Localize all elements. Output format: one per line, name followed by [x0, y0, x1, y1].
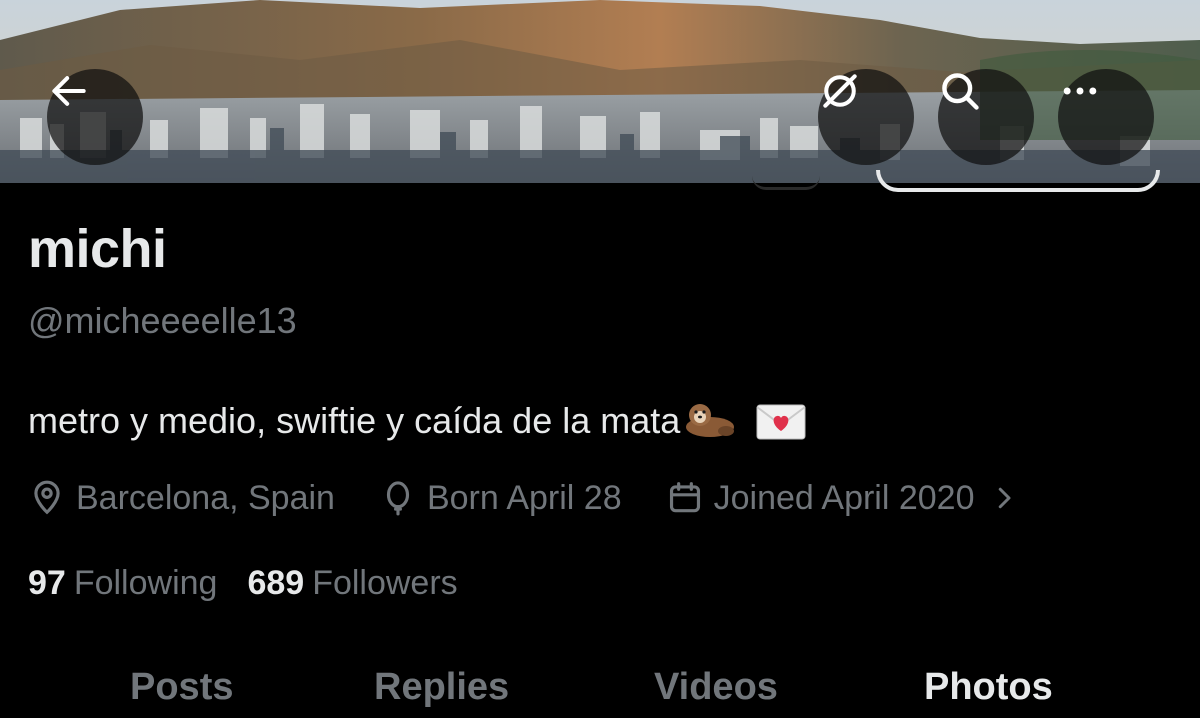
profile-tabs: Posts Replies Videos Photos	[0, 666, 1200, 718]
profile-meta: Barcelona, Spain Born April 28 Joined Ap…	[28, 476, 1029, 520]
birthday-text: Born April 28	[426, 478, 622, 517]
grok-slash-icon	[823, 74, 857, 108]
grok-button[interactable]	[818, 69, 914, 165]
arrow-left-icon	[52, 76, 86, 106]
location-item: Barcelona, Spain	[28, 479, 335, 518]
joined-text: Joined April 2020	[713, 478, 975, 517]
tab-photos[interactable]: Photos	[924, 666, 1053, 709]
following-link[interactable]: 97 Following	[28, 564, 217, 603]
location-pin-icon	[34, 480, 60, 515]
profile-banner[interactable]	[0, 0, 1200, 183]
location-text: Barcelona, Spain	[76, 478, 335, 517]
profile-bio: metro y medio, swiftie y caída de la mat…	[28, 400, 806, 450]
otter-emoji	[682, 401, 738, 450]
more-horizontal-icon	[1063, 87, 1097, 95]
tab-replies[interactable]: Replies	[374, 666, 509, 709]
joined-item[interactable]: Joined April 2020	[666, 479, 1029, 518]
followers-label: Followers	[312, 564, 458, 602]
search-button[interactable]	[938, 69, 1034, 165]
more-button[interactable]	[1058, 69, 1154, 165]
profile-stats: 97 Following 689 Followers	[28, 564, 488, 603]
back-button[interactable]	[47, 69, 143, 165]
following-count: 97	[28, 564, 66, 602]
profile-handle: @micheeeelle13	[28, 300, 297, 341]
profile-name: michi	[28, 219, 167, 279]
follow-button-edge[interactable]	[876, 170, 1160, 192]
following-label: Following	[73, 564, 218, 602]
love-letter-emoji	[756, 403, 806, 450]
followers-link[interactable]: 689 Followers	[247, 564, 457, 603]
avatar-edge[interactable]	[752, 176, 820, 190]
followers-count: 689	[247, 564, 305, 602]
search-icon	[942, 73, 979, 110]
bio-text: metro y medio, swiftie y caída de la mat…	[28, 400, 681, 441]
balloon-icon	[386, 481, 410, 516]
calendar-icon	[669, 482, 700, 513]
birthday-item: Born April 28	[379, 479, 622, 518]
tab-videos[interactable]: Videos	[654, 666, 778, 709]
tab-posts[interactable]: Posts	[130, 666, 233, 709]
chevron-right-icon	[998, 487, 1010, 509]
